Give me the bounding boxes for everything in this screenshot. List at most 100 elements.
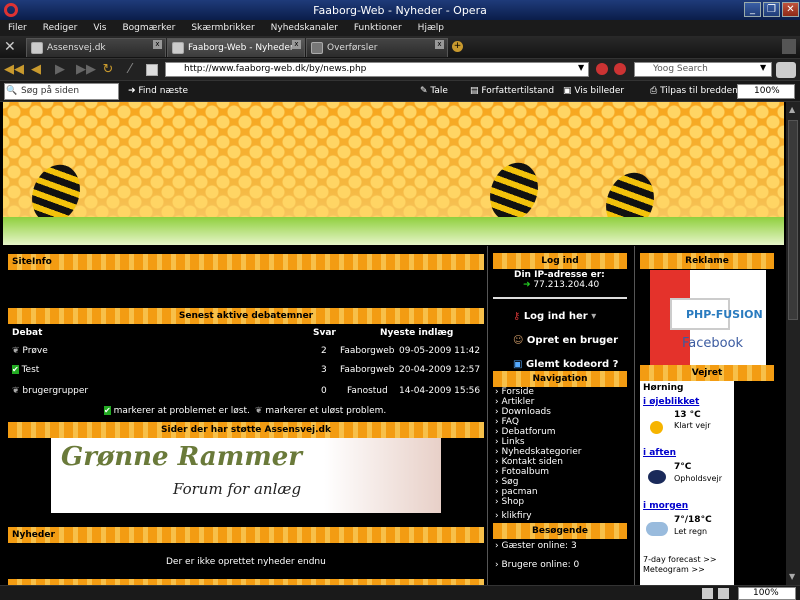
nav-link[interactable]: › Forside	[495, 387, 534, 397]
fit-width-button[interactable]: ⎙ Tilpas til bredden	[650, 86, 738, 96]
nav-link[interactable]: › pacman	[495, 487, 538, 497]
opera-link-icon[interactable]	[596, 63, 608, 75]
col-latest: Nyeste indlæg	[380, 328, 454, 338]
weather-eve-desc: Opholdsvejr	[674, 474, 722, 483]
table-row[interactable]: ❦ brugergrupper	[12, 386, 88, 396]
support-banner[interactable]: Grønne Rammer Forum for anlæg	[51, 438, 441, 513]
facebook-ad[interactable]: PHP-FUSION Facebook	[650, 270, 766, 366]
scroll-up-icon[interactable]: ▲	[789, 105, 795, 114]
reload-icon[interactable]: ↻	[100, 62, 116, 78]
guests-online: › Gæster online: 3	[495, 541, 577, 551]
tab-faaborg[interactable]: Faaborg-Web - Nyheder x	[167, 38, 305, 57]
nav-link[interactable]: › Artikler	[495, 397, 534, 407]
moon-icon	[648, 470, 666, 484]
maximize-button[interactable]: ❐	[763, 2, 780, 17]
vertical-scrollbar[interactable]: ▲ ▼	[786, 102, 800, 585]
tab-close-icon[interactable]: x	[292, 40, 301, 49]
help-icon: ▣	[513, 359, 523, 370]
login-header: Log ind	[493, 253, 627, 269]
table-row[interactable]: ❦ Prøve	[12, 346, 48, 356]
weather-eve-temp: 7°C	[674, 462, 692, 472]
cell-user[interactable]: Faaborgweb	[340, 346, 394, 356]
visitors-header: Besøgende	[493, 523, 627, 539]
nav-link[interactable]: › klikfiry	[495, 511, 532, 521]
nav-link[interactable]: › Shop	[495, 497, 524, 507]
image-icon[interactable]	[718, 588, 729, 599]
weather-eve-link[interactable]: i aften	[643, 448, 676, 458]
status-zoom-select[interactable]: 100%	[738, 587, 796, 600]
nav-link[interactable]: › Debatforum	[495, 427, 556, 437]
trash-icon[interactable]	[782, 39, 796, 54]
menu-widgets[interactable]: Skærmbrikker	[183, 23, 262, 33]
meteogram-link[interactable]: Meteogram >>	[643, 565, 705, 574]
new-tab-button[interactable]: +	[452, 41, 463, 52]
opera-logo-icon	[4, 3, 18, 17]
cell-user[interactable]: Fanostud	[347, 386, 388, 396]
menu-feeds[interactable]: Nyhedskanaler	[263, 23, 346, 33]
nav-link[interactable]: › Links	[495, 437, 525, 447]
fast-forward-icon[interactable]: ▶▶	[76, 62, 96, 78]
login-here-link[interactable]: ⚷ Log ind her ▾	[513, 311, 596, 322]
zoom-select[interactable]: 100%	[737, 84, 795, 99]
user-icon: ☺	[513, 335, 524, 346]
solved-icon: ✔	[104, 406, 111, 415]
nav-link[interactable]: › FAQ	[495, 417, 519, 427]
find-bar: Søg på siden 🔍 ➜ Find næste ✎ Tale ▤ For…	[0, 80, 800, 102]
unsolved-icon: ❦	[12, 386, 20, 396]
arrow-icon: ➜	[523, 280, 531, 290]
close-button[interactable]: ✕	[782, 2, 799, 17]
forecast-link[interactable]: 7-day forecast >>	[643, 555, 717, 564]
scroll-thumb[interactable]	[788, 120, 798, 320]
menu-view[interactable]: Vis	[85, 23, 114, 33]
weather-morn-link[interactable]: i morgen	[643, 501, 688, 511]
tab-downloads[interactable]: Overførsler x	[306, 38, 448, 57]
author-mode-button[interactable]: ▤ Forfattertilstand	[470, 86, 554, 96]
menu-bookmarks[interactable]: Bogmærker	[114, 23, 183, 33]
table-row[interactable]: ✔ Test	[12, 365, 39, 375]
tab-close-icon[interactable]: x	[153, 40, 162, 49]
key-icon: ⚷	[513, 311, 521, 322]
speak-button[interactable]: ✎ Tale	[420, 86, 448, 96]
tab-assensvej[interactable]: Assensvej.dk x	[26, 38, 166, 57]
rewind-icon[interactable]: ◀◀	[4, 62, 24, 78]
cell-date: 09-05-2009 11:42	[399, 346, 481, 356]
weather-now-link[interactable]: i øjeblikket	[643, 397, 699, 407]
cell-user[interactable]: Faaborgweb	[340, 365, 394, 375]
favicon-icon	[172, 42, 184, 54]
ip-value: ➜ 77.213.204.40	[523, 280, 600, 290]
tab-close-icon[interactable]: x	[435, 40, 444, 49]
sun-icon	[650, 421, 663, 434]
forgot-password-link[interactable]: ▣ Glemt kodeord ?	[513, 359, 618, 370]
register-link[interactable]: ☺ Opret en bruger	[513, 335, 618, 346]
find-next-button[interactable]: ➜ Find næste	[128, 86, 188, 96]
search-input[interactable]: Yoog Search	[634, 62, 772, 77]
menu-help[interactable]: Hjælp	[410, 23, 452, 33]
nav-link[interactable]: › Nyhedskategorier	[495, 447, 581, 457]
nav-link[interactable]: › Kontakt siden	[495, 457, 563, 467]
find-input[interactable]: Søg på siden	[4, 83, 119, 100]
edit-icon[interactable]: ⁄	[122, 62, 138, 78]
minimize-button[interactable]: _	[744, 2, 761, 17]
menu-file[interactable]: Filer	[0, 23, 35, 33]
show-images-button[interactable]: ▣ Vis billeder	[563, 86, 624, 96]
user-panel-icon[interactable]	[776, 62, 796, 78]
menu-tools[interactable]: Funktioner	[346, 23, 410, 33]
back-icon[interactable]: ◀	[28, 62, 44, 78]
forward-icon[interactable]: ▶	[52, 62, 68, 78]
unsolved-icon: ❦	[255, 406, 263, 416]
menu-edit[interactable]: Rediger	[35, 23, 86, 33]
nav-link[interactable]: › Søg	[495, 477, 518, 487]
address-input[interactable]: http://www.faaborg-web.dk/by/news.php	[165, 62, 589, 77]
opera-icon[interactable]	[614, 63, 626, 75]
search-dropdown-icon[interactable]: ▼	[760, 63, 766, 72]
flowers-image	[3, 217, 784, 245]
legend-solved: ✔ markerer at problemet er løst.	[104, 406, 250, 416]
nav-link[interactable]: › Fotoalbum	[495, 467, 549, 477]
address-dropdown-icon[interactable]: ▼	[578, 63, 584, 72]
unsolved-icon: ❦	[12, 346, 20, 356]
scroll-down-icon[interactable]: ▼	[789, 572, 795, 581]
print-icon[interactable]	[702, 588, 713, 599]
nav-link[interactable]: › Downloads	[495, 407, 551, 417]
tools-icon[interactable]: ✕	[4, 39, 16, 55]
rain-cloud-icon	[646, 522, 668, 536]
